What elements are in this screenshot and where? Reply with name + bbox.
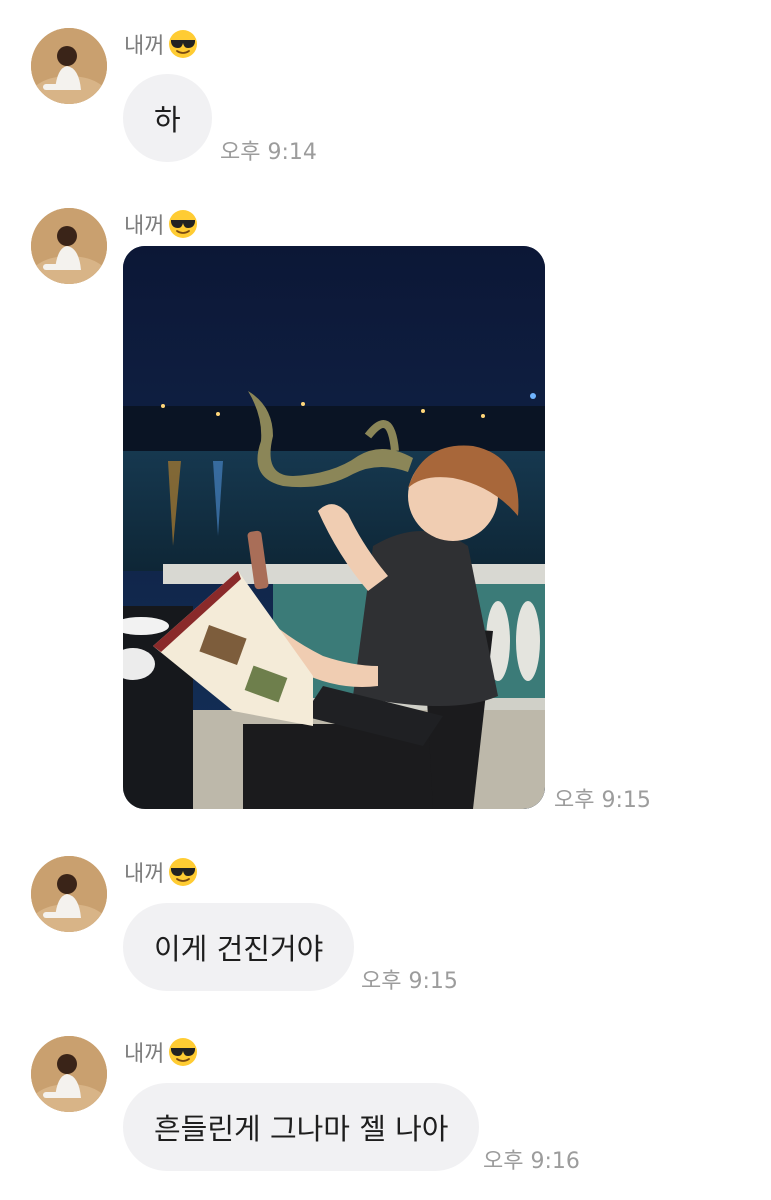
avatar-image xyxy=(31,856,107,932)
avatar[interactable] xyxy=(31,1036,107,1112)
sunglasses-emoji-icon xyxy=(169,210,198,238)
message-time: 오후 9:15 xyxy=(554,788,651,813)
sender-row: 내꺼 xyxy=(124,854,198,890)
photo-message[interactable] xyxy=(123,246,545,809)
avatar[interactable] xyxy=(31,28,107,104)
sender-name: 내꺼 xyxy=(124,34,165,59)
avatar[interactable] xyxy=(31,208,107,284)
message-time: 오후 9:15 xyxy=(361,969,458,994)
sunglasses-emoji-icon xyxy=(169,1038,198,1066)
sender-name: 내꺼 xyxy=(124,214,165,239)
sender-row: 내꺼 xyxy=(124,206,198,242)
sender-name: 내꺼 xyxy=(124,1042,165,1067)
message-time: 오후 9:14 xyxy=(220,140,317,165)
message-text: 하 xyxy=(154,103,181,137)
sunglasses-emoji-icon xyxy=(169,30,198,58)
message-bubble[interactable]: 흔들린게 그나마 젤 나아 xyxy=(123,1083,480,1171)
photo-image xyxy=(123,246,545,809)
message-bubble[interactable]: 이게 건진거야 xyxy=(123,903,355,991)
avatar-image xyxy=(31,28,107,104)
sunglasses-emoji-icon xyxy=(169,858,198,886)
sender-row: 내꺼 xyxy=(124,26,198,62)
message-time: 오후 9:16 xyxy=(483,1149,580,1174)
message-bubble[interactable]: 하 xyxy=(123,74,212,162)
avatar-image xyxy=(31,208,107,284)
message-text: 흔들린게 그나마 젤 나아 xyxy=(154,1112,449,1146)
message-text: 이게 건진거야 xyxy=(154,932,324,966)
avatar-image xyxy=(31,1036,107,1112)
sender-row: 내꺼 xyxy=(124,1034,198,1070)
avatar[interactable] xyxy=(31,856,107,932)
sender-name: 내꺼 xyxy=(124,862,165,887)
